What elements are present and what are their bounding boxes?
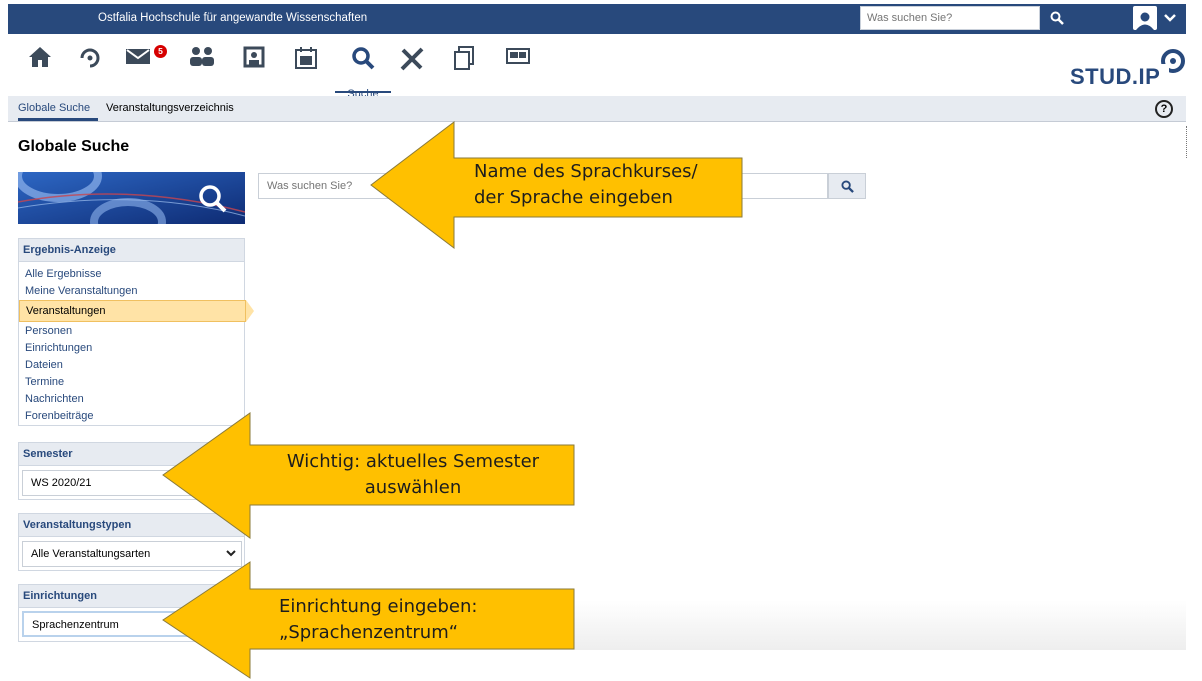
institute-annotation-text: Einrichtung eingeben: „Sprachenzentrum“ xyxy=(279,594,477,646)
semester-annotation-line1: Wichtig: aktuelles Semester xyxy=(286,451,540,472)
search-annotation-text: Name des Sprachkurses/ der Sprache einge… xyxy=(474,159,698,211)
semester-annotation-text: Wichtig: aktuelles Semester auswählen xyxy=(252,449,574,501)
search-annotation-line2: der Sprache eingeben xyxy=(474,187,673,208)
search-annotation-line1: Name des Sprachkurses/ xyxy=(474,161,698,182)
institute-annotation-line1: Einrichtung eingeben: xyxy=(279,596,478,617)
institute-annotation-line2: „Sprachenzentrum“ xyxy=(279,622,459,643)
semester-annotation-line2: auswählen xyxy=(364,477,462,498)
annotation-arrows xyxy=(162,120,743,679)
